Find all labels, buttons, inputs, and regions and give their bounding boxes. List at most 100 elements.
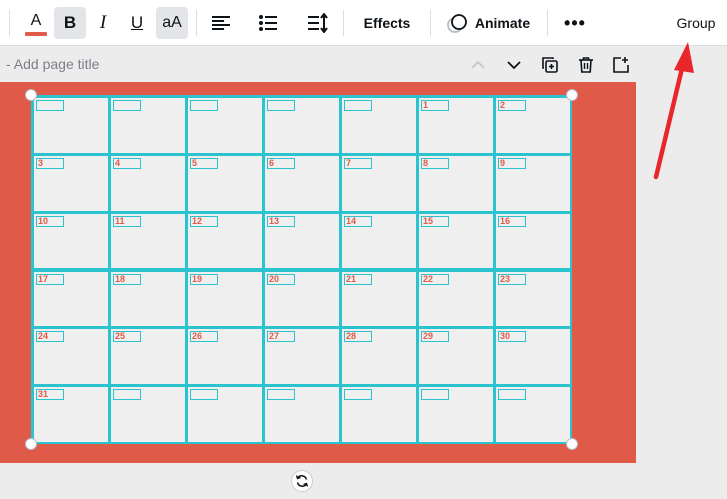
calendar-day-cell[interactable]: 17: [32, 269, 110, 329]
calendar-day-cell[interactable]: 25: [109, 327, 187, 387]
calendar-day-cell[interactable]: [186, 385, 264, 444]
resize-handle-top-left[interactable]: [25, 89, 37, 101]
calendar-day-cell[interactable]: 20: [263, 269, 341, 329]
calendar-grid-selection[interactable]: 1 2 3 4 5 6 7 8 9 10 11 12 13 14 15 16 17 18 19 20 21 22 23 24 2…: [31, 95, 572, 444]
calendar-day-cell[interactable]: 18: [109, 269, 187, 329]
letter-case-button[interactable]: aA: [156, 7, 188, 39]
day-number-label[interactable]: [498, 389, 526, 401]
day-number-label[interactable]: 12: [190, 215, 218, 227]
day-number-label[interactable]: 10: [36, 215, 64, 227]
calendar-day-cell[interactable]: 21: [340, 269, 418, 329]
rotate-handle[interactable]: [291, 470, 313, 492]
resize-handle-bottom-left[interactable]: [25, 438, 37, 450]
calendar-day-cell[interactable]: 22: [417, 269, 495, 329]
calendar-day-cell[interactable]: 13: [263, 211, 341, 271]
day-number-label[interactable]: [190, 389, 218, 401]
day-number-label[interactable]: 27: [267, 331, 295, 343]
day-number-label[interactable]: 5: [190, 157, 218, 169]
animate-button[interactable]: Animate: [442, 7, 534, 39]
day-number-label[interactable]: 2: [498, 100, 526, 111]
page-title-input[interactable]: - Add page title: [6, 56, 99, 72]
underline-button[interactable]: U: [122, 7, 152, 39]
calendar-day-cell[interactable]: 29: [417, 327, 495, 387]
bold-button[interactable]: B: [54, 7, 86, 39]
calendar-day-cell[interactable]: [340, 385, 418, 444]
calendar-day-cell[interactable]: [263, 385, 341, 444]
calendar-day-cell[interactable]: 3: [32, 153, 110, 213]
calendar-day-cell[interactable]: 2: [494, 96, 572, 155]
align-button[interactable]: [205, 7, 237, 39]
day-number-label[interactable]: 29: [421, 331, 449, 343]
day-number-label[interactable]: [113, 100, 141, 111]
day-number-label[interactable]: 13: [267, 215, 295, 227]
list-button[interactable]: [252, 7, 284, 39]
day-number-label[interactable]: 14: [344, 215, 372, 227]
calendar-day-cell[interactable]: [109, 96, 187, 155]
calendar-day-cell[interactable]: [340, 96, 418, 155]
day-number-label[interactable]: 20: [267, 273, 295, 285]
calendar-day-cell[interactable]: [32, 96, 110, 155]
calendar-day-cell[interactable]: 23: [494, 269, 572, 329]
calendar-day-cell[interactable]: 28: [340, 327, 418, 387]
calendar-day-cell[interactable]: 4: [109, 153, 187, 213]
text-color-button[interactable]: A: [20, 7, 52, 39]
calendar-day-cell[interactable]: 19: [186, 269, 264, 329]
calendar-day-cell[interactable]: 30: [494, 327, 572, 387]
day-number-label[interactable]: 1: [421, 100, 449, 111]
day-number-label[interactable]: 21: [344, 273, 372, 285]
day-number-label[interactable]: [421, 389, 449, 401]
calendar-day-cell[interactable]: [494, 385, 572, 444]
day-number-label[interactable]: [113, 389, 141, 401]
day-number-label[interactable]: [267, 389, 295, 401]
day-number-label[interactable]: 31: [36, 389, 64, 401]
move-page-up-button[interactable]: [467, 54, 489, 76]
calendar-day-cell[interactable]: 12: [186, 211, 264, 271]
move-page-down-button[interactable]: [503, 54, 525, 76]
calendar-day-cell[interactable]: 5: [186, 153, 264, 213]
calendar-day-cell[interactable]: 8: [417, 153, 495, 213]
day-number-label[interactable]: 18: [113, 273, 141, 285]
calendar-day-cell[interactable]: 16: [494, 211, 572, 271]
calendar-day-cell[interactable]: 1: [417, 96, 495, 155]
calendar-day-cell[interactable]: 11: [109, 211, 187, 271]
day-number-label[interactable]: 4: [113, 157, 141, 169]
day-number-label[interactable]: [190, 100, 218, 111]
duplicate-page-button[interactable]: [539, 54, 561, 76]
day-number-label[interactable]: 16: [498, 215, 526, 227]
day-number-label[interactable]: 19: [190, 273, 218, 285]
day-number-label[interactable]: 30: [498, 331, 526, 343]
calendar-day-cell[interactable]: 27: [263, 327, 341, 387]
day-number-label[interactable]: 22: [421, 273, 449, 285]
effects-button[interactable]: Effects: [352, 7, 422, 39]
day-number-label[interactable]: 15: [421, 215, 449, 227]
day-number-label[interactable]: 23: [498, 273, 526, 285]
calendar-day-cell[interactable]: 9: [494, 153, 572, 213]
add-page-button[interactable]: [610, 54, 632, 76]
day-number-label[interactable]: 24: [36, 331, 64, 343]
calendar-day-cell[interactable]: 15: [417, 211, 495, 271]
calendar-day-cell[interactable]: [417, 385, 495, 444]
calendar-day-cell[interactable]: [263, 96, 341, 155]
calendar-day-cell[interactable]: [186, 96, 264, 155]
day-number-label[interactable]: 9: [498, 157, 526, 169]
calendar-day-cell[interactable]: [109, 385, 187, 444]
italic-button[interactable]: I: [88, 7, 118, 39]
resize-handle-bottom-right[interactable]: [566, 438, 578, 450]
calendar-day-cell[interactable]: 7: [340, 153, 418, 213]
day-number-label[interactable]: 3: [36, 157, 64, 169]
line-spacing-button[interactable]: [302, 7, 334, 39]
day-number-label[interactable]: 25: [113, 331, 141, 343]
calendar-day-cell[interactable]: 26: [186, 327, 264, 387]
day-number-label[interactable]: [344, 100, 372, 111]
day-number-label[interactable]: 8: [421, 157, 449, 169]
calendar-day-cell[interactable]: 10: [32, 211, 110, 271]
day-number-label[interactable]: 17: [36, 273, 64, 285]
calendar-day-cell[interactable]: 14: [340, 211, 418, 271]
delete-page-button[interactable]: [575, 54, 597, 76]
day-number-label[interactable]: 7: [344, 157, 372, 169]
more-button[interactable]: •••: [560, 7, 590, 39]
calendar-day-cell[interactable]: 31: [32, 385, 110, 444]
day-number-label[interactable]: 6: [267, 157, 295, 169]
day-number-label[interactable]: 28: [344, 331, 372, 343]
resize-handle-top-right[interactable]: [566, 89, 578, 101]
